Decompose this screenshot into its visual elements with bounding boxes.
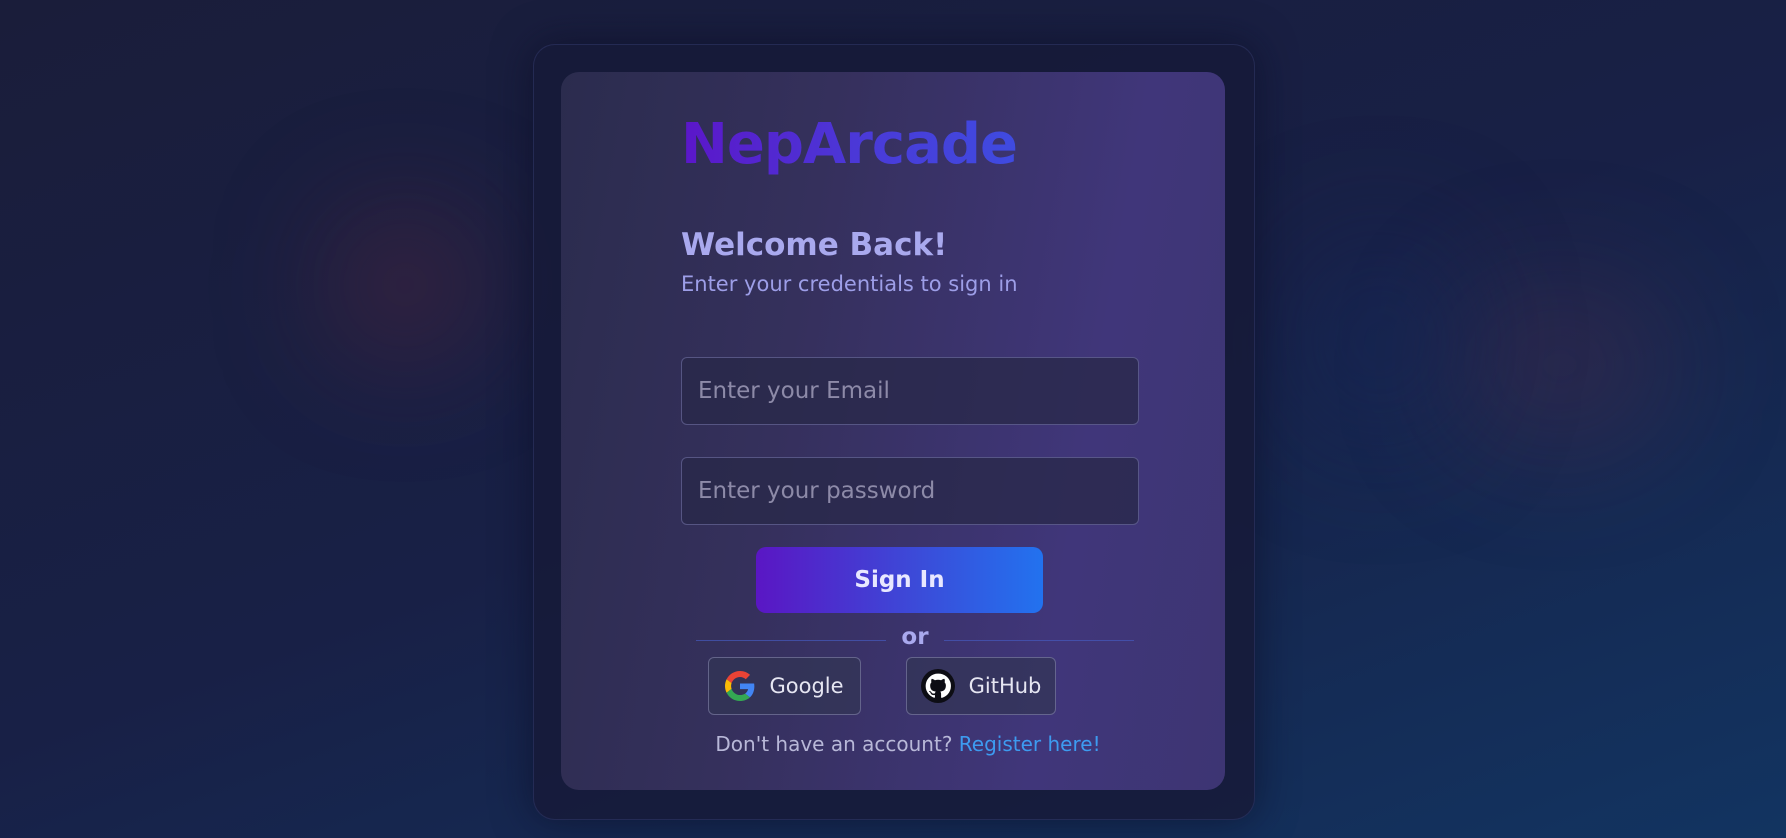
brand-logo: NepArcade (681, 112, 1018, 177)
divider-line (944, 640, 1134, 641)
register-link[interactable]: Register here! (959, 732, 1101, 756)
page-title: Welcome Back! (681, 227, 948, 263)
login-card-frame: NepArcade Welcome Back! Enter your crede… (533, 44, 1255, 820)
sign-in-button[interactable]: Sign In (756, 547, 1043, 613)
background-glow (330, 210, 480, 360)
google-icon (725, 671, 755, 701)
github-label: GitHub (968, 674, 1042, 698)
divider-label: or (901, 624, 929, 650)
background-glow (1300, 240, 1460, 440)
register-prompt: Don't have an account? Register here! (561, 732, 1225, 756)
divider-line (696, 640, 886, 641)
google-sign-in-button[interactable]: Google (708, 657, 861, 715)
login-card: NepArcade Welcome Back! Enter your crede… (561, 72, 1225, 790)
page-subtitle: Enter your credentials to sign in (681, 272, 1018, 296)
google-label: Google (769, 674, 844, 698)
email-field[interactable] (681, 357, 1139, 425)
github-sign-in-button[interactable]: GitHub (906, 657, 1056, 715)
password-field[interactable] (681, 457, 1139, 525)
register-text: Don't have an account? (715, 732, 953, 756)
github-icon (920, 669, 955, 703)
background-glow (1450, 280, 1670, 450)
